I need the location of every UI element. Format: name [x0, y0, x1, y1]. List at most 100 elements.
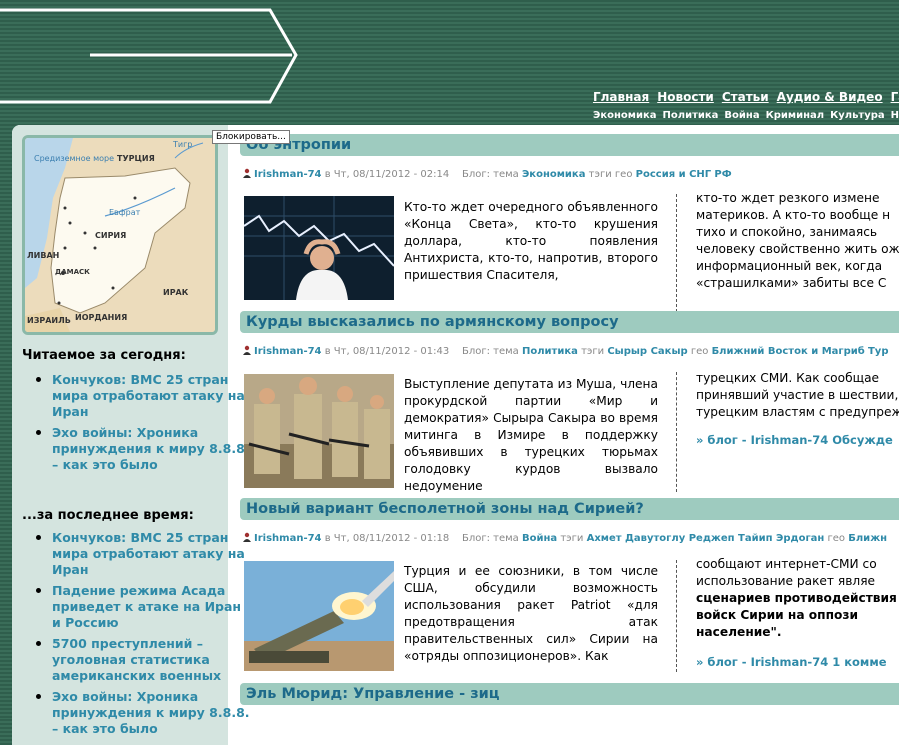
article-image-3[interactable]: [244, 561, 394, 671]
geo-label: гео: [827, 533, 846, 544]
nav-gallery[interactable]: Гал: [891, 90, 899, 104]
nav-economy[interactable]: Экономика: [593, 110, 657, 121]
author-link[interactable]: Irishman-74: [254, 346, 322, 357]
cont-line: кто-то ждет резкого измене: [696, 191, 880, 205]
cont-line: войск Сирии на оппози: [696, 608, 858, 622]
article-title-2[interactable]: Курды высказались по армянскому вопросу: [240, 311, 899, 333]
geo-link[interactable]: Россия и СНГ: [636, 169, 712, 180]
author-link[interactable]: Irishman-74: [254, 533, 322, 544]
cont-line: сообщают интернет-СМИ со: [696, 557, 877, 571]
article-meta-1: Irishman-74 в Чт, 08/11/2012 - 02:14 Бло…: [242, 168, 732, 180]
geo-extra-link[interactable]: Тур: [868, 346, 889, 357]
tag-link[interactable]: Ахмет Давутоглу Реджеп Тайип Эрдоган: [587, 533, 825, 544]
recent-link-4[interactable]: Эхо войны: Хроника принуждения к миру 8.…: [52, 689, 250, 736]
map-label-lebanon: ЛИВАН: [27, 251, 60, 260]
patriot-missile-photo: [244, 561, 394, 671]
list-item: Эхо войны: Хроника принуждения к миру 8.…: [36, 689, 252, 737]
nav-audio-video[interactable]: Аудио & Видео: [777, 90, 883, 104]
map-label-israel: ИЗРАИЛЬ: [27, 316, 71, 325]
recent-link-1[interactable]: Кончуков: ВМС 25 стран мира отработают а…: [52, 530, 245, 577]
geo-label: гео: [690, 346, 709, 357]
article-continuation-3: сообщают интернет-СМИ со использование р…: [696, 556, 899, 641]
blog-author-link[interactable]: » блог - Irishman-74 1 комме: [696, 655, 887, 669]
topic-link[interactable]: Политика: [522, 346, 578, 357]
map-label-iraq: ИРАК: [163, 288, 189, 297]
article-lead-1: Кто-то ждет очередного объявленного «Кон…: [404, 200, 658, 282]
tag-link[interactable]: Сырыр Сакыр: [607, 346, 687, 357]
tags-label: тэги: [560, 533, 584, 544]
today-link-2[interactable]: Эхо войны: Хроника принуждения к миру 8.…: [52, 425, 250, 472]
soldiers-photo: [244, 374, 394, 488]
recent-link-2[interactable]: Падение режима Асада приведет к атаке на…: [52, 583, 241, 630]
author-link[interactable]: Irishman-74: [254, 169, 322, 180]
article-continuation-1: кто-то ждет резкого измене материков. А …: [696, 190, 899, 292]
cont-line: человеку свойственно жить ож: [696, 242, 899, 256]
article-lead-2: Выступление депутата из Муша, члена прок…: [404, 377, 658, 493]
article-meta-3: Irishman-74 в Чт, 08/11/2012 - 01:18 Бло…: [242, 532, 887, 544]
map-label-jordan: ИОРДАНИЯ: [75, 313, 128, 322]
tags-label: тэги: [581, 346, 605, 357]
article-more-3: » блог - Irishman-74 1 комме: [696, 655, 887, 669]
list-item: Эхо войны: Хроника принуждения к миру 8.…: [36, 425, 252, 473]
article-meta-2: Irishman-74 в Чт, 08/11/2012 - 01:43 Бло…: [242, 345, 888, 357]
cont-line: сценариев противодействия: [696, 591, 897, 605]
nav-politics[interactable]: Политика: [663, 110, 719, 121]
nav-home[interactable]: Главная: [593, 90, 649, 104]
cont-line: использование ракет являе: [696, 574, 876, 588]
article-lead-3: Турция и ее союзники, в том числе США, о…: [404, 564, 658, 663]
nav-morals[interactable]: Нравы: [891, 110, 899, 121]
cont-line: «страшилками» забиты все С: [696, 276, 887, 290]
map-label-syria: СИРИЯ: [95, 231, 127, 240]
blog-label: Блог: тема: [461, 169, 519, 180]
article-title-3[interactable]: Новый вариант бесполетной зоны над Сирие…: [240, 498, 899, 520]
list-item: Падение режима Асада приведет к атаке на…: [36, 583, 252, 631]
stock-chart-photo: [244, 196, 394, 300]
cont-line: информационный век, когда: [696, 259, 883, 273]
post-date: в Чт, 08/11/2012 - 01:18: [324, 533, 450, 544]
column-divider: [676, 194, 677, 312]
column-divider: [676, 560, 677, 672]
user-icon: [243, 345, 251, 355]
geo-link[interactable]: Ближн: [848, 533, 887, 544]
topic-link[interactable]: Война: [522, 533, 557, 544]
block-tooltip[interactable]: Блокировать...: [212, 130, 290, 144]
list-item: Кончуков: ВМС 25 стран мира отработают а…: [36, 530, 252, 578]
topic-link[interactable]: Экономика: [522, 169, 586, 180]
recent-list: Кончуков: ВМС 25 стран мира отработают а…: [22, 530, 252, 742]
map-label-sea: Средиземное море: [34, 154, 115, 163]
list-item: 5700 преступлений – уголовная статистика…: [36, 636, 252, 684]
today-link-1[interactable]: Кончуков: ВМС 25 стран мира отработают а…: [52, 372, 245, 419]
sub-navigation: Экономика Политика Война Криминал Культура Нр…: [593, 107, 899, 121]
map-label-tigris: Тигр: [173, 140, 193, 149]
today-list: Кончуков: ВМС 25 стран мира отработают а…: [22, 372, 252, 478]
blog-label: Блог: тема: [461, 533, 519, 544]
tags-label: тэги: [588, 169, 612, 180]
user-icon: [243, 168, 251, 178]
syria-map[interactable]: Средиземное море ТУРЦИЯ Тигр Евфрат СИРИ…: [22, 135, 218, 335]
article-title-4[interactable]: Эль Мюрид: Управление - зиц: [240, 683, 899, 705]
recent-link-3[interactable]: 5700 преступлений – уголовная статистика…: [52, 636, 221, 683]
recent-heading: ...за последнее время:: [22, 508, 194, 523]
map-label-turkey: ТУРЦИЯ: [117, 154, 155, 163]
nav-articles[interactable]: Статьи: [722, 90, 769, 104]
nav-news[interactable]: Новости: [657, 90, 714, 104]
list-item: Кончуков: ВМС 25 стран мира отработают а…: [36, 372, 252, 420]
cont-line: тихо и спокойно, занимаясь: [696, 225, 878, 239]
logo-arrow-icon[interactable]: [0, 0, 310, 110]
geo-link[interactable]: Ближний Восток и Магриб: [712, 346, 865, 357]
nav-crime[interactable]: Криминал: [766, 110, 825, 121]
map-label-euphrates: Евфрат: [109, 208, 141, 217]
blog-label: Блог: тема: [461, 346, 519, 357]
nav-war[interactable]: Война: [724, 110, 759, 121]
today-heading: Читаемое за сегодня:: [22, 348, 186, 363]
cont-line: материков. А кто-то вообще н: [696, 208, 891, 222]
article-image-2[interactable]: [244, 374, 394, 488]
nav-culture[interactable]: Культура: [830, 110, 885, 121]
article-title-1[interactable]: Об энтропии: [240, 134, 899, 156]
column-divider: [676, 372, 677, 492]
geo-extra-link[interactable]: РФ: [714, 169, 731, 180]
map-label-damascus: ДАМАСК: [55, 268, 90, 276]
blog-author-link[interactable]: » блог - Irishman-74 Обсужде: [696, 433, 893, 447]
article-image-1[interactable]: [244, 196, 394, 300]
article-continuation-2: турецких СМИ. Как сообщае принявший учас…: [696, 370, 899, 421]
